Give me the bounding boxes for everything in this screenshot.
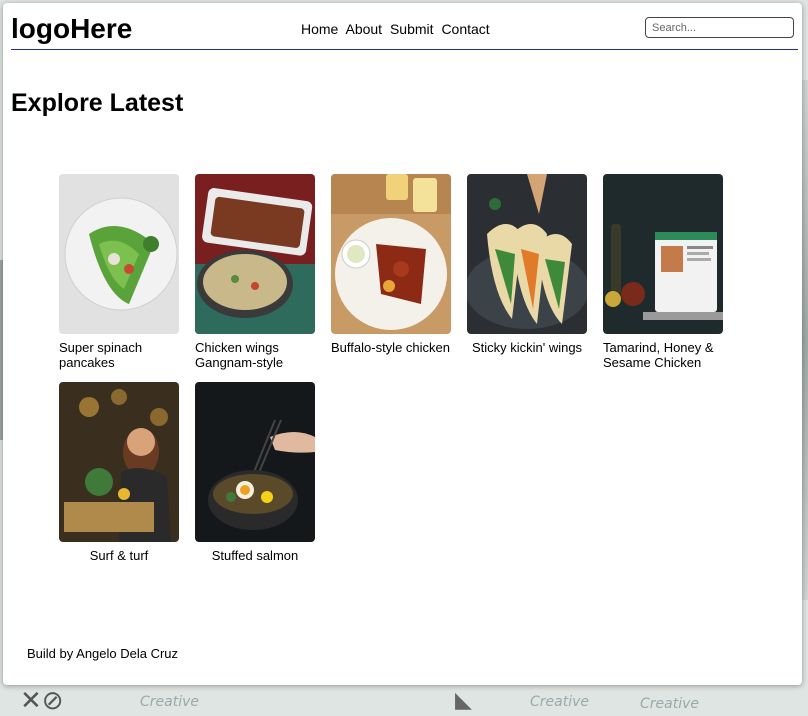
footer-credit: Build by Angelo Dela Cruz	[27, 646, 179, 661]
recipe-card[interactable]: Buffalo-style chicken	[331, 174, 451, 355]
site-header: logoHere Home About Submit Contact	[11, 13, 798, 50]
background-doodle: ◣	[455, 688, 472, 713]
recipe-card[interactable]: Chicken wings Gangnam-style	[195, 174, 315, 370]
page-title: Explore Latest	[11, 89, 184, 117]
main-nav: Home About Submit Contact	[301, 21, 494, 37]
search-input[interactable]	[645, 17, 794, 38]
recipe-title[interactable]: Sticky kickin' wings	[467, 340, 587, 355]
background-doodle: Creative	[530, 694, 590, 710]
recipe-title[interactable]: Stuffed salmon	[195, 548, 315, 563]
recipe-image[interactable]	[331, 174, 451, 334]
recipe-image[interactable]	[59, 174, 179, 334]
recipe-card[interactable]: Super spinach pancakes	[59, 174, 179, 370]
recipe-image[interactable]	[603, 174, 723, 334]
recipe-image[interactable]	[195, 174, 315, 334]
recipe-card[interactable]: Stuffed salmon	[195, 382, 315, 563]
recipe-title[interactable]: Super spinach pancakes	[59, 340, 179, 370]
nav-link-submit[interactable]: Submit	[390, 21, 434, 37]
nav-link-home[interactable]: Home	[301, 21, 338, 37]
recipe-title[interactable]: Tamarind, Honey & Sesame Chicken	[603, 340, 723, 370]
recipe-image[interactable]	[467, 174, 587, 334]
background-doodle: Creative	[140, 694, 200, 710]
recipe-image[interactable]	[59, 382, 179, 542]
recipe-title[interactable]: Buffalo-style chicken	[331, 340, 451, 355]
nav-link-contact[interactable]: Contact	[441, 21, 489, 37]
recipe-title[interactable]: Surf & turf	[59, 548, 179, 563]
nav-link-about[interactable]: About	[345, 21, 382, 37]
recipe-title[interactable]: Chicken wings Gangnam-style	[195, 340, 315, 370]
site-logo[interactable]: logoHere	[11, 13, 132, 45]
page-card: logoHere Home About Submit Contact Explo…	[3, 3, 802, 685]
background-doodle: ✕⊘	[20, 686, 64, 716]
recipe-card[interactable]: Surf & turf	[59, 382, 179, 563]
recipe-image[interactable]	[195, 382, 315, 542]
recipe-card[interactable]: Sticky kickin' wings	[467, 174, 587, 355]
recipe-card[interactable]: Tamarind, Honey & Sesame Chicken	[603, 174, 723, 370]
